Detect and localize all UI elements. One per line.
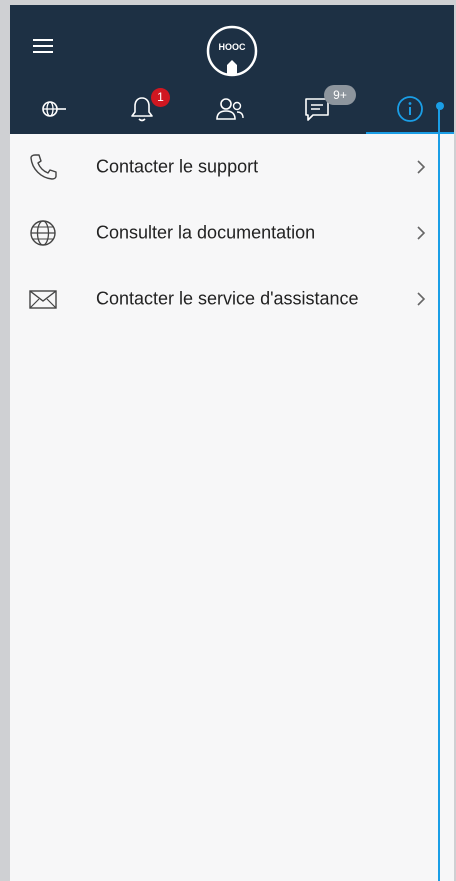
scrollbar-track [438, 105, 440, 881]
scrollbar-thumb[interactable] [436, 102, 444, 110]
chevron-right-icon [417, 292, 426, 306]
hooc-logo: HOOC [206, 25, 258, 77]
message-count-badge: 9+ [324, 85, 356, 105]
hamburger-menu-button[interactable] [32, 35, 56, 57]
phone-icon [30, 154, 57, 180]
app-header: HOOC 1 9+ [10, 5, 454, 134]
tab-notifications[interactable]: 1 [98, 85, 186, 134]
globe-icon [30, 220, 56, 246]
tab-bar: 1 9+ [10, 85, 454, 134]
globe-network-icon [42, 101, 66, 117]
list-item-documentation[interactable]: Consulter la documentation [10, 200, 454, 266]
list-item-contact-support[interactable]: Contacter le support [10, 134, 454, 200]
tab-users[interactable] [186, 85, 274, 134]
chevron-right-icon [417, 226, 426, 240]
users-icon [216, 98, 244, 120]
list-item-assistance-service[interactable]: Contacter le service d'assistance [10, 266, 454, 332]
info-icon [397, 96, 423, 122]
notification-count-badge: 1 [151, 88, 170, 107]
scrollbar[interactable] [436, 102, 444, 881]
list-item-label: Contacter le service d'assistance [96, 288, 359, 309]
list-item-label: Consulter la documentation [96, 222, 316, 243]
app-screen: HOOC 1 9+ Contacter le support Consulter… [10, 5, 454, 881]
hamburger-icon [33, 39, 53, 53]
logo-text: HOOC [219, 42, 247, 52]
tab-network[interactable] [10, 85, 98, 134]
chevron-right-icon [417, 160, 426, 174]
envelope-icon [29, 290, 57, 309]
list-item-label: Contacter le support [96, 156, 259, 177]
info-menu-list: Contacter le support Consulter la docume… [10, 134, 454, 332]
tab-messages[interactable]: 9+ [274, 85, 362, 134]
